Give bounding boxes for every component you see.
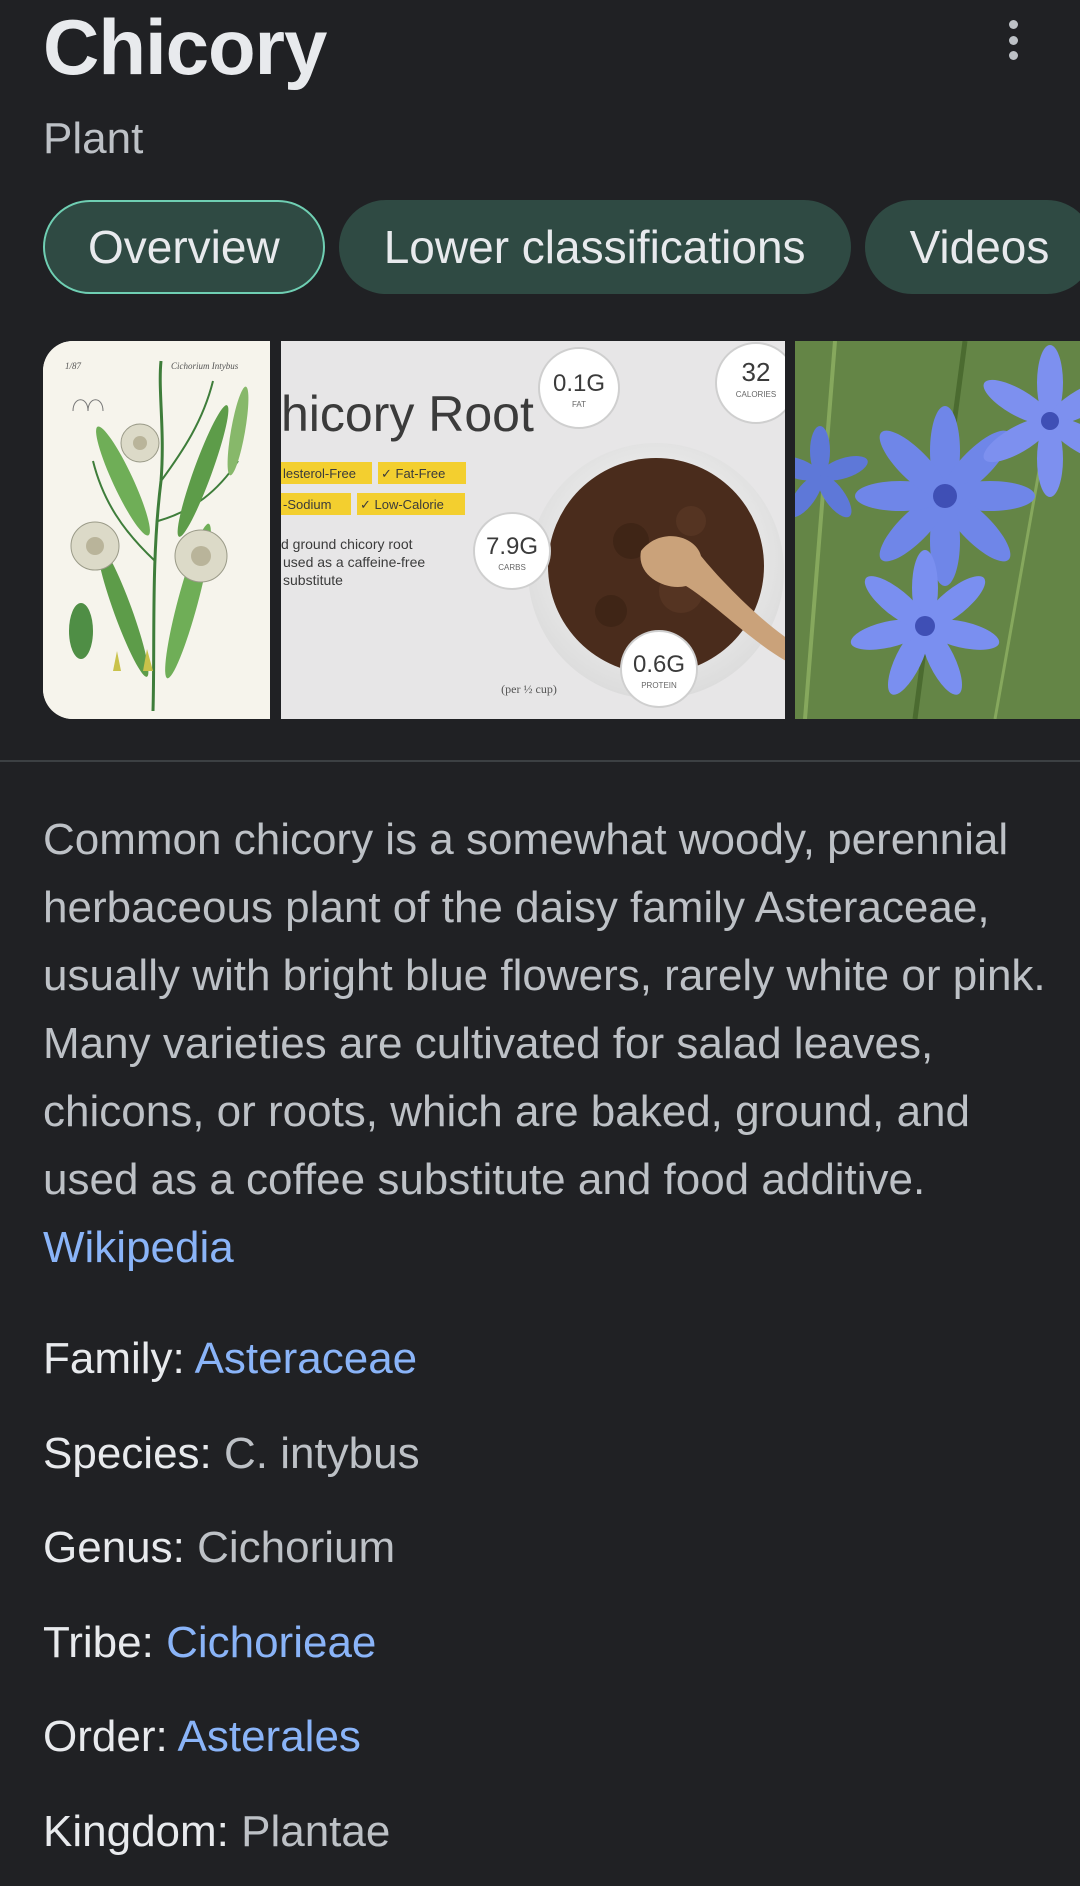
- fact-label: Species:: [43, 1429, 224, 1478]
- kingdom-value: Plantae: [241, 1807, 390, 1856]
- tag-cholesterol-free: lesterol-Free: [283, 466, 356, 481]
- carbs-value: 7.9G: [486, 533, 538, 560]
- fact-label: Tribe:: [43, 1618, 166, 1667]
- protein-value: 0.6G: [633, 651, 685, 678]
- tab-overview[interactable]: Overview: [43, 200, 325, 294]
- tag-low-calorie: ✓ Low-Calorie: [360, 497, 444, 512]
- kebab-dot: [1009, 51, 1018, 60]
- description-text: Common chicory is a somewhat woody, pere…: [43, 815, 1046, 1204]
- chicory-root-infographic: hicory Root lesterol-Free ✓ Fat-Free -So…: [281, 341, 785, 719]
- more-vert-icon[interactable]: [998, 18, 1028, 62]
- tab-videos[interactable]: Videos: [865, 200, 1080, 294]
- calories-label: CALORIES: [736, 390, 776, 399]
- chicory-root-infographic-image[interactable]: hicory Root lesterol-Free ✓ Fat-Free -So…: [281, 341, 785, 719]
- entity-title: Chicory: [43, 4, 326, 90]
- infographic-title: hicory Root: [281, 386, 534, 442]
- infographic-body-line3: substitute: [283, 572, 343, 588]
- tag-fat-free: ✓ Fat-Free: [381, 466, 445, 481]
- fact-label: Order:: [43, 1712, 178, 1761]
- serving-size: (per ½ cup): [501, 682, 557, 696]
- infographic-body-line2: used as a caffeine-free: [283, 554, 425, 570]
- wikipedia-source-link[interactable]: Wikipedia: [43, 1223, 234, 1272]
- fact-family: Family: Asteraceae: [43, 1305, 1043, 1400]
- order-link[interactable]: Asterales: [178, 1712, 361, 1761]
- plate-caption: Cichorium Intybus: [171, 361, 239, 371]
- infographic-body-line1: d ground chicory root: [281, 536, 413, 552]
- calories-value: 32: [742, 357, 771, 387]
- fact-tribe: Tribe: Cichorieae: [43, 1589, 1043, 1684]
- fact-kingdom: Kingdom: Plantae: [43, 1778, 1043, 1873]
- fact-label: Family:: [43, 1334, 195, 1383]
- fat-label: FAT: [572, 400, 586, 409]
- botanical-illustration: 1/87 Cichorium Intybus: [43, 341, 270, 719]
- kebab-dot: [1009, 20, 1018, 29]
- blue-flowers-illustration: [795, 341, 1080, 719]
- species-value: C. intybus: [224, 1429, 420, 1478]
- section-divider: [0, 760, 1080, 762]
- tab-bar: OverviewLower classificationsVideos: [43, 200, 1080, 294]
- tab-lower-classifications[interactable]: Lower classifications: [339, 200, 851, 294]
- carbs-label: CARBS: [498, 563, 526, 572]
- image-carousel[interactable]: 1/87 Cichorium Intybus: [43, 341, 1080, 719]
- facts-list: Family: Asteraceae Species: C. intybus G…: [43, 1305, 1043, 1872]
- plate-number: 1/87: [65, 361, 82, 371]
- fact-species: Species: C. intybus: [43, 1400, 1043, 1495]
- fact-order: Order: Asterales: [43, 1683, 1043, 1778]
- tribe-link[interactable]: Cichorieae: [166, 1618, 376, 1667]
- entity-header: Chicory Plant: [43, 0, 1043, 170]
- protein-label: PROTEIN: [641, 681, 677, 690]
- kebab-dot: [1009, 36, 1018, 45]
- chicory-flowers-photo[interactable]: [795, 341, 1080, 719]
- entity-description: Common chicory is a somewhat woody, pere…: [43, 806, 1053, 1282]
- fact-label: Kingdom:: [43, 1807, 241, 1856]
- fact-genus: Genus: Cichorium: [43, 1494, 1043, 1589]
- entity-subtitle: Plant: [43, 113, 143, 165]
- botanical-illustration-image[interactable]: 1/87 Cichorium Intybus: [43, 341, 270, 719]
- fact-label: Genus:: [43, 1523, 197, 1572]
- fat-value: 0.1G: [553, 370, 605, 397]
- family-link[interactable]: Asteraceae: [195, 1334, 418, 1383]
- genus-value: Cichorium: [197, 1523, 395, 1572]
- tag-sodium: -Sodium: [283, 497, 331, 512]
